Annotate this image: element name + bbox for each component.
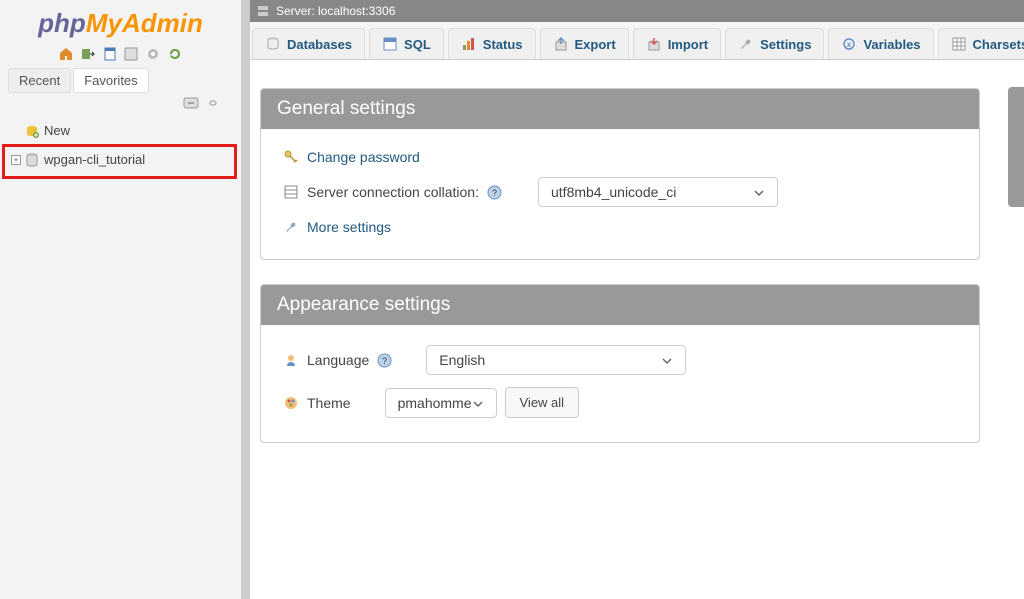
collation-row: Server connection collation: ? utf8mb4_u… (283, 171, 957, 213)
status-icon (461, 36, 477, 52)
chevron-down-icon (753, 186, 765, 198)
gear-icon[interactable] (145, 46, 161, 62)
tab-label: Export (575, 37, 616, 52)
docs-icon[interactable] (102, 46, 118, 62)
tree-action-row (0, 93, 241, 116)
tab-export[interactable]: Export (540, 28, 629, 59)
collation-select[interactable]: utf8mb4_unicode_ci (538, 177, 778, 207)
tab-label: Import (668, 37, 708, 52)
tab-label: Settings (760, 37, 811, 52)
export-icon (553, 36, 569, 52)
content-area: General settings Change password Server … (242, 60, 1024, 485)
home-icon[interactable] (58, 46, 74, 62)
tab-databases[interactable]: Databases (252, 28, 365, 59)
tab-label: Variables (863, 37, 920, 52)
collation-icon (283, 184, 299, 200)
tab-label: Charsets (973, 37, 1024, 52)
svg-text:?: ? (382, 356, 387, 366)
general-settings-panel: General settings Change password Server … (260, 88, 980, 260)
variables-icon: x (841, 36, 857, 52)
general-settings-header: General settings (261, 89, 979, 129)
tab-charsets[interactable]: Charsets (938, 28, 1024, 59)
chevron-down-icon (472, 397, 484, 409)
settings-wrench-icon (738, 36, 754, 52)
breadcrumb: Server: localhost:3306 (242, 0, 1024, 22)
pane-resize-handle[interactable] (242, 0, 250, 599)
tab-label: SQL (404, 37, 431, 52)
appearance-settings-panel: Appearance settings Language ? English T… (260, 284, 980, 443)
tab-label: Status (483, 37, 523, 52)
link-icon[interactable] (205, 97, 221, 109)
more-settings-row: More settings (283, 213, 957, 241)
tab-sql[interactable]: SQL (369, 28, 444, 59)
language-value: English (439, 352, 485, 368)
top-tabs: Databases SQL Status Export Import Setti… (242, 22, 1024, 60)
svg-text:?: ? (492, 188, 497, 198)
language-icon (283, 352, 299, 368)
logout-icon[interactable] (80, 46, 96, 62)
change-password-row: Change password (283, 143, 957, 171)
chevron-down-icon (661, 354, 673, 366)
phpmyadmin-logo[interactable]: phpMyAdmin (0, 0, 241, 41)
help-icon[interactable]: ? (377, 353, 392, 368)
tree-db-wpgan-cli-tutorial[interactable]: + wpgan-cli_tutorial (2, 144, 237, 179)
server-icon (256, 4, 270, 18)
tab-settings[interactable]: Settings (725, 28, 824, 59)
collation-label: Server connection collation: (307, 184, 479, 200)
database-tree: New + wpgan-cli_tutorial (0, 116, 241, 179)
sidebar-tabs: Recent Favorites (0, 68, 241, 93)
tree-new-label: New (44, 123, 70, 138)
tab-import[interactable]: Import (633, 28, 721, 59)
databases-icon (265, 36, 281, 52)
new-db-icon (24, 123, 40, 139)
help-icon[interactable]: ? (487, 185, 502, 200)
language-label: Language (307, 352, 369, 368)
appearance-settings-header: Appearance settings (261, 285, 979, 325)
tab-label: Databases (287, 37, 352, 52)
tab-favorites[interactable]: Favorites (73, 68, 148, 93)
sql-icon (382, 36, 398, 52)
collapse-all-icon[interactable] (183, 97, 199, 109)
change-password-link[interactable]: Change password (307, 149, 420, 165)
main-area: Server: localhost:3306 Databases SQL Sta… (242, 0, 1024, 599)
wrench-icon (283, 219, 299, 235)
theme-value: pmahomme (398, 395, 472, 411)
sidebar: phpMyAdmin Recent Favorites New + wpgan-… (0, 0, 242, 599)
right-panel-peek (1008, 87, 1024, 207)
language-select[interactable]: English (426, 345, 686, 375)
more-settings-link[interactable]: More settings (307, 219, 391, 235)
breadcrumb-text[interactable]: Server: localhost:3306 (276, 4, 395, 18)
tree-new-database[interactable]: New (10, 120, 233, 142)
theme-select[interactable]: pmahomme (385, 388, 497, 418)
key-icon (283, 149, 299, 165)
charsets-icon (951, 36, 967, 52)
tab-status[interactable]: Status (448, 28, 536, 59)
theme-row: Theme pmahomme View all (283, 381, 957, 424)
reload-icon[interactable] (167, 46, 183, 62)
theme-label: Theme (307, 395, 351, 411)
collation-value: utf8mb4_unicode_ci (551, 184, 676, 200)
theme-icon (283, 395, 299, 411)
svg-text:x: x (847, 40, 852, 49)
logo-part-myadmin: MyAdmin (86, 8, 203, 38)
tree-db-label: wpgan-cli_tutorial (44, 152, 145, 167)
tab-recent[interactable]: Recent (8, 68, 71, 93)
database-icon (24, 152, 40, 168)
import-icon (646, 36, 662, 52)
tab-variables[interactable]: x Variables (828, 28, 933, 59)
expand-icon[interactable]: + (11, 155, 21, 165)
language-row: Language ? English (283, 339, 957, 381)
view-all-themes-button[interactable]: View all (505, 387, 580, 418)
sql-query-icon[interactable] (123, 46, 139, 62)
logo-part-php: php (38, 8, 86, 38)
quick-icons-row (0, 41, 241, 68)
